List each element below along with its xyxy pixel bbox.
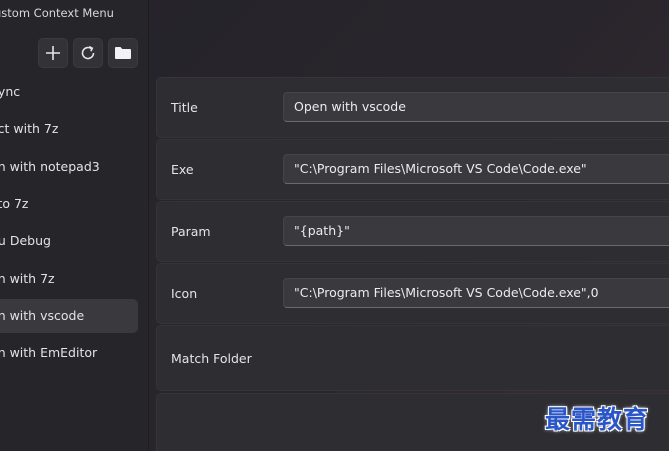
sidebar-item-open-with-emeditor[interactable]: en with EmEditor bbox=[0, 336, 138, 370]
title-row: Title Open with vscode bbox=[156, 77, 669, 138]
sidebar-item-open-with-notepad3[interactable]: en with notepad3 bbox=[0, 150, 138, 184]
icon-row: Icon "C:\Program Files\Microsoft VS Code… bbox=[156, 263, 669, 324]
folder-icon bbox=[115, 47, 131, 59]
sidebar-item-extract-with-7z[interactable]: act with 7z bbox=[0, 112, 138, 146]
sidebar-item-menu-debug[interactable]: nu Debug bbox=[0, 224, 138, 258]
sidebar-item-label: en with vscode bbox=[0, 308, 85, 323]
sidebar-item-open-with-vscode[interactable]: en with vscode bbox=[0, 299, 138, 333]
sidebar: ustom Context Menu Sync act with 7z en w… bbox=[0, 0, 149, 451]
exe-row: Exe "C:\Program Files\Microsoft VS Code\… bbox=[156, 139, 669, 200]
sidebar-item-add-to-7z[interactable]: l to 7z bbox=[0, 187, 138, 221]
sidebar-item-label: nu Debug bbox=[0, 233, 51, 248]
sidebar-item-label: en with 7z bbox=[0, 271, 55, 286]
watermark-logo: 最需教育 bbox=[545, 405, 650, 434]
sidebar-item-sync[interactable]: Sync bbox=[0, 75, 138, 109]
plus-icon bbox=[46, 46, 60, 60]
sidebar-item-open-with-7z[interactable]: en with 7z bbox=[0, 262, 138, 296]
refresh-button[interactable] bbox=[73, 38, 103, 68]
app-title: ustom Context Menu bbox=[0, 6, 114, 20]
sidebar-item-label: act with 7z bbox=[0, 121, 59, 136]
match-folder-row: Match Folder bbox=[156, 325, 669, 391]
open-folder-button[interactable] bbox=[108, 38, 138, 68]
param-input[interactable]: "{path}" bbox=[283, 216, 669, 246]
icon-label: Icon bbox=[171, 286, 198, 301]
exe-input[interactable]: "C:\Program Files\Microsoft VS Code\Code… bbox=[283, 154, 669, 184]
icon-input[interactable]: "C:\Program Files\Microsoft VS Code\Code… bbox=[283, 278, 669, 308]
exe-label: Exe bbox=[171, 162, 194, 177]
sidebar-item-label: en with EmEditor bbox=[0, 345, 98, 360]
param-row: Param "{path}" bbox=[156, 201, 669, 262]
refresh-icon bbox=[81, 45, 95, 60]
match-folder-label: Match Folder bbox=[171, 351, 252, 366]
sidebar-item-label: en with notepad3 bbox=[0, 159, 100, 174]
add-button[interactable] bbox=[38, 38, 68, 68]
param-label: Param bbox=[171, 224, 211, 239]
sidebar-item-label: Sync bbox=[0, 84, 21, 99]
title-input[interactable]: Open with vscode bbox=[283, 92, 669, 122]
title-label: Title bbox=[171, 100, 198, 115]
app-window: ustom Context Menu Sync act with 7z en w… bbox=[0, 0, 669, 451]
sidebar-item-label: l to 7z bbox=[0, 196, 29, 211]
